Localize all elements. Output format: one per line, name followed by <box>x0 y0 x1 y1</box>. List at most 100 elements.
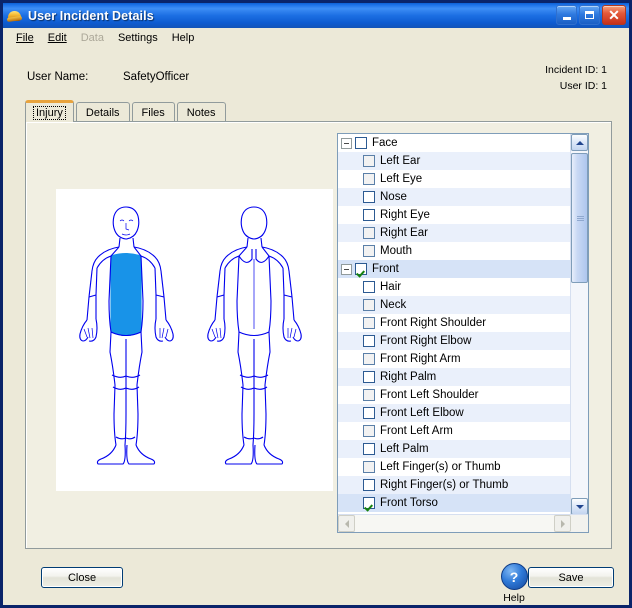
save-button[interactable]: Save <box>528 567 614 588</box>
tree-row-label: Neck <box>380 299 407 311</box>
scroll-up-button[interactable] <box>571 134 588 151</box>
tree-row-label: Nose <box>380 191 407 203</box>
tree-row-list[interactable]: Face Left Ear Left Eye Nose Right Eye Right E… <box>338 134 571 515</box>
tree-row-label: Right Finger(s) or Thumb <box>380 479 509 491</box>
tab-details-label: Details <box>85 106 120 119</box>
tree-row-label: Left Ear <box>380 155 421 167</box>
tree-row[interactable]: Front Left Arm <box>338 422 571 440</box>
window-title: User Incident Details <box>28 8 154 23</box>
tree-row[interactable]: Neck <box>338 296 571 314</box>
chevron-right-icon <box>560 519 565 528</box>
tree-row[interactable]: Left Finger(s) or Thumb <box>338 458 571 476</box>
menu-settings[interactable]: Settings <box>111 30 165 46</box>
minimize-icon <box>562 16 571 20</box>
tab-strip: Injury Details Files Notes <box>25 100 228 122</box>
tree-vertical-scrollbar[interactable] <box>570 134 588 515</box>
tree-row[interactable]: Right Ear <box>338 224 571 242</box>
tree-row[interactable]: Front Left Elbow <box>338 404 571 422</box>
tree-checkbox[interactable] <box>363 425 375 437</box>
tree-row[interactable]: Face <box>338 134 571 152</box>
tree-checkbox[interactable] <box>363 353 375 365</box>
tree-row-label: Front Right Arm <box>380 353 461 365</box>
tree-row-label: Front Left Arm <box>380 425 453 437</box>
vertical-scroll-thumb[interactable] <box>571 153 588 283</box>
tree-checkbox[interactable] <box>363 245 375 257</box>
tree-checkbox-checked[interactable] <box>363 497 375 509</box>
tree-checkbox[interactable] <box>363 479 375 491</box>
tree-expander-minus-icon[interactable] <box>341 263 352 275</box>
tree-checkbox[interactable] <box>363 407 375 419</box>
tree-row[interactable]: Front <box>338 260 571 278</box>
tree-checkbox[interactable] <box>363 461 375 473</box>
close-window-button[interactable]: ✕ <box>602 5 626 25</box>
tree-row[interactable]: Left Palm <box>338 440 571 458</box>
tree-row-label: Right Palm <box>380 371 437 383</box>
maximize-icon <box>585 11 594 19</box>
tree-checkbox[interactable] <box>363 191 375 203</box>
menu-file[interactable]: File <box>9 30 41 46</box>
help-control[interactable]: ? Help <box>497 563 531 605</box>
tab-notes-label: Notes <box>186 106 216 119</box>
chevron-down-icon <box>575 504 584 509</box>
tab-injury[interactable]: Injury <box>25 100 74 122</box>
tree-row-label: Left Eye <box>380 173 423 185</box>
tree-expander-minus-icon[interactable] <box>341 137 352 149</box>
tree-row-label: Front Left Elbow <box>380 407 464 419</box>
menu-bar: File Edit Data Settings Help <box>3 28 629 48</box>
tree-row-label: Front Left Shoulder <box>380 389 479 401</box>
tree-row[interactable]: Nose <box>338 188 571 206</box>
tab-notes[interactable]: Notes <box>176 102 226 122</box>
tree-row[interactable]: Front Right Elbow <box>338 332 571 350</box>
minimize-button[interactable] <box>556 5 577 25</box>
tree-row[interactable]: Front Right Arm <box>338 350 571 368</box>
body-diagram[interactable] <box>56 189 333 491</box>
tab-details[interactable]: Details <box>75 102 130 122</box>
tree-checkbox[interactable] <box>363 209 375 221</box>
tree-horizontal-scrollbar[interactable] <box>338 514 588 532</box>
tree-row-label: Right Eye <box>380 209 430 221</box>
injury-tab-panel: Face Left Ear Left Eye Nose Right Eye Right E… <box>25 121 612 549</box>
incident-id-label: Incident ID: 1 <box>545 64 607 76</box>
tab-files[interactable]: Files <box>131 102 175 122</box>
tree-checkbox[interactable] <box>363 299 375 311</box>
tree-checkbox[interactable] <box>355 137 367 149</box>
tree-checkbox[interactable] <box>363 173 375 185</box>
tree-row[interactable]: Left Eye <box>338 170 571 188</box>
menu-edit[interactable]: Edit <box>41 30 74 46</box>
injury-location-tree[interactable]: Face Left Ear Left Eye Nose Right Eye Right E… <box>337 133 589 533</box>
tree-checkbox[interactable] <box>363 389 375 401</box>
close-button[interactable]: Close <box>41 567 123 588</box>
tree-row-label: Hair <box>380 281 402 293</box>
tree-row[interactable]: Front Torso <box>338 494 571 512</box>
tree-row-label: Left Finger(s) or Thumb <box>380 461 501 473</box>
tree-checkbox[interactable] <box>363 335 375 347</box>
title-bar: User Incident Details ✕ <box>3 3 629 28</box>
scroll-left-button <box>338 515 355 532</box>
user-name-value: SafetyOfficer <box>123 71 190 83</box>
tree-row[interactable]: Right Finger(s) or Thumb <box>338 476 571 494</box>
maximize-button[interactable] <box>579 5 600 25</box>
tree-checkbox[interactable] <box>363 281 375 293</box>
help-icon[interactable]: ? <box>500 563 528 590</box>
tree-row[interactable]: Hair <box>338 278 571 296</box>
tree-row[interactable]: Left Ear <box>338 152 571 170</box>
tree-row[interactable]: Front Left Shoulder <box>338 386 571 404</box>
horizontal-scroll-track[interactable] <box>355 515 554 532</box>
tree-checkbox[interactable] <box>363 155 375 167</box>
menu-help[interactable]: Help <box>165 30 202 46</box>
tree-row[interactable]: Right Eye <box>338 206 571 224</box>
tree-row-label: Front <box>372 263 399 275</box>
tree-checkbox[interactable] <box>363 317 375 329</box>
body-diagram-svg <box>79 206 302 465</box>
scroll-down-button[interactable] <box>571 498 588 515</box>
tab-files-label: Files <box>141 106 165 119</box>
tree-checkbox-checked[interactable] <box>355 263 367 275</box>
tree-checkbox[interactable] <box>363 371 375 383</box>
scrollbar-corner <box>571 515 588 532</box>
tree-row[interactable]: Mouth <box>338 242 571 260</box>
window-controls: ✕ <box>556 5 626 25</box>
tree-checkbox[interactable] <box>363 443 375 455</box>
tree-checkbox[interactable] <box>363 227 375 239</box>
tree-row[interactable]: Front Right Shoulder <box>338 314 571 332</box>
tree-row[interactable]: Right Palm <box>338 368 571 386</box>
